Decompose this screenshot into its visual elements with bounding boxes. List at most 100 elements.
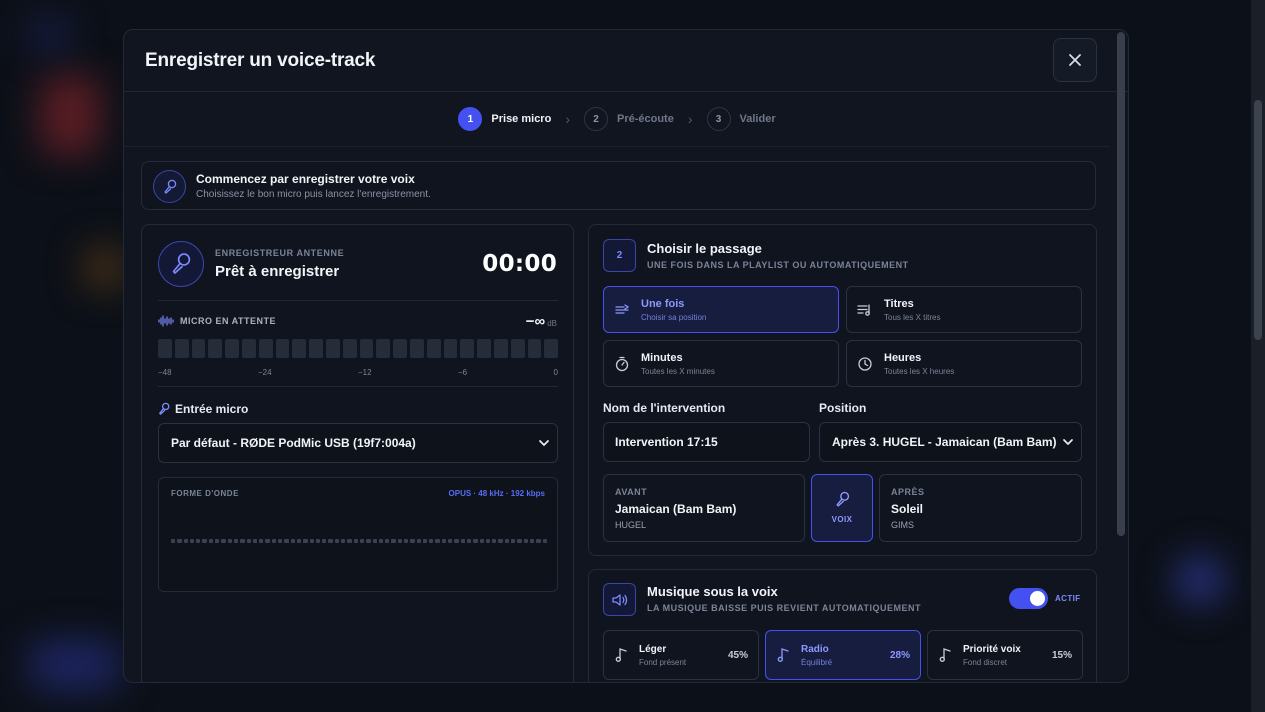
meter-segment [544, 339, 559, 358]
db-unit: dB [547, 319, 557, 328]
waveform-bar [328, 539, 333, 543]
mix-percent: 28% [889, 650, 910, 661]
mic-select-value: Par défaut - RØDE PodMic USB (19f7:004a) [171, 436, 416, 450]
toggle-label: ACTIF [1055, 594, 1081, 603]
waveform-bar [322, 539, 327, 543]
mix-subtitle: Équilibré [801, 658, 833, 667]
waveform-bar [385, 539, 390, 543]
position-label: Position [819, 401, 867, 415]
scale-tick: 0 [553, 368, 558, 377]
waveform-bar [309, 539, 314, 543]
mic-select[interactable]: Par défaut - RØDE PodMic USB (19f7:004a) [158, 423, 558, 463]
divider [158, 386, 558, 387]
music-subtitle: LA MUSIQUE BAISSE PUIS REVIENT AUTOMATIQ… [647, 603, 922, 613]
waveform-box: FORME D'ONDE OPUS · 48 kHz · 192 kbps [158, 477, 558, 592]
waveform-label: FORME D'ONDE [171, 489, 239, 498]
voice-label: VOIX [831, 515, 853, 524]
track-after: APRÈS Soleil GIMS [879, 474, 1082, 542]
info-banner: Commencez par enregistrer votre voix Cho… [141, 161, 1096, 210]
waveform-bar [233, 539, 239, 543]
waveform-bar [196, 539, 201, 543]
modal-header: Enregistrer un voice-track [124, 30, 1128, 92]
close-button[interactable] [1053, 38, 1097, 82]
mix-priorite-voix[interactable]: Priorité voix Fond discret 15% [927, 630, 1083, 680]
scale-tick: −6 [458, 368, 468, 377]
option-minutes[interactable]: Minutes Toutes les X minutes [603, 340, 839, 387]
waveform-bar [183, 539, 188, 543]
mix-leger[interactable]: Léger Fond présent 45% [603, 630, 759, 680]
meter-segment [426, 339, 441, 358]
option-une-fois[interactable]: Une fois Choisir sa position [603, 286, 839, 333]
waveform-bar [473, 539, 478, 543]
level-meter [158, 339, 559, 358]
waveform-bar [435, 539, 440, 543]
option-titres[interactable]: Titres Tous les X titres [846, 286, 1082, 333]
waveform-bar [353, 539, 358, 543]
ducking-toggle[interactable] [1009, 588, 1048, 609]
microphone-icon [836, 491, 850, 507]
waveform-bar [227, 539, 232, 543]
meter-segment [174, 339, 189, 358]
banner-subtitle: Choisissez le bon micro puis lancez l'en… [196, 189, 431, 200]
background-thumbnail [40, 75, 100, 155]
music-note-icon [777, 648, 789, 662]
step-label: Valider [739, 113, 776, 125]
option-title: Minutes [641, 352, 683, 364]
mix-percent: 45% [727, 650, 748, 661]
name-input[interactable]: Intervention 17:15 [603, 422, 810, 462]
step-number: 2 [583, 107, 608, 131]
option-subtitle: Choisir sa position [641, 313, 707, 322]
after-title: Soleil [891, 502, 924, 516]
waveform-bar [252, 539, 258, 543]
option-title: Titres [884, 298, 914, 310]
page-scrollbar-thumb[interactable] [1254, 100, 1262, 340]
step-label: Prise micro [491, 113, 552, 125]
background-logo [30, 20, 70, 50]
recorder-kicker: ENREGISTREUR ANTENNE [215, 248, 345, 258]
waveform-bar [290, 539, 295, 543]
voice-track-modal: Enregistrer un voice-track 1 Prise micro… [123, 29, 1129, 683]
option-subtitle: Toutes les X minutes [641, 367, 715, 376]
waveform-bar [479, 539, 484, 543]
mix-percent: 15% [1051, 650, 1072, 661]
waveform-bar [498, 539, 503, 543]
before-title: Jamaican (Bam Bam) [615, 502, 737, 516]
db-value: −∞ [525, 313, 546, 330]
stepper: 1 Prise micro › 2 Pré-écoute › 3 Valider [124, 92, 1110, 147]
waveform-bar [441, 539, 447, 543]
mix-title: Priorité voix [963, 644, 1021, 655]
option-title: Une fois [641, 298, 685, 310]
modal-scrollbar[interactable] [1117, 32, 1125, 536]
mic-label-text: Entrée micro [175, 402, 249, 416]
db-readout: −∞ dB [526, 313, 557, 330]
waveform-bar [492, 539, 497, 543]
waveform-bar [341, 539, 346, 543]
step-prise-micro[interactable]: 1 Prise micro [458, 107, 551, 131]
timer-icon [615, 356, 629, 372]
mix-title: Léger [639, 644, 667, 655]
chevron-down-icon [539, 440, 549, 446]
background-fab [1175, 555, 1225, 605]
meter-segment [527, 339, 542, 358]
mix-radio[interactable]: Radio Équilibré 28% [765, 630, 921, 680]
waveform-bar [208, 539, 214, 543]
meter-segment [275, 339, 290, 358]
page-scrollbar[interactable] [1251, 0, 1265, 712]
position-select[interactable]: Après 3. HUGEL - Jamaican (Bam Bam) [819, 422, 1082, 462]
waveform-bar [240, 539, 245, 543]
meter-header: MICRO EN ATTENTE [158, 315, 276, 327]
list-insert-icon [615, 304, 630, 314]
waveform-bar [315, 539, 321, 543]
option-heures[interactable]: Heures Toutes les X heures [846, 340, 1082, 387]
meter-segment [477, 339, 491, 358]
waveform-bar [416, 539, 421, 543]
voice-insert-marker: VOIX [811, 474, 873, 542]
clock-icon [858, 357, 872, 371]
section-number: 2 [603, 239, 636, 272]
waveform-bar [378, 539, 384, 543]
waveform-bar [296, 539, 302, 543]
step-valider[interactable]: 3 Valider [706, 107, 776, 131]
step-pre-ecoute[interactable]: 2 Pré-écoute [583, 107, 674, 131]
mix-subtitle: Fond discret [963, 658, 1008, 667]
waveform-bar [347, 539, 352, 543]
